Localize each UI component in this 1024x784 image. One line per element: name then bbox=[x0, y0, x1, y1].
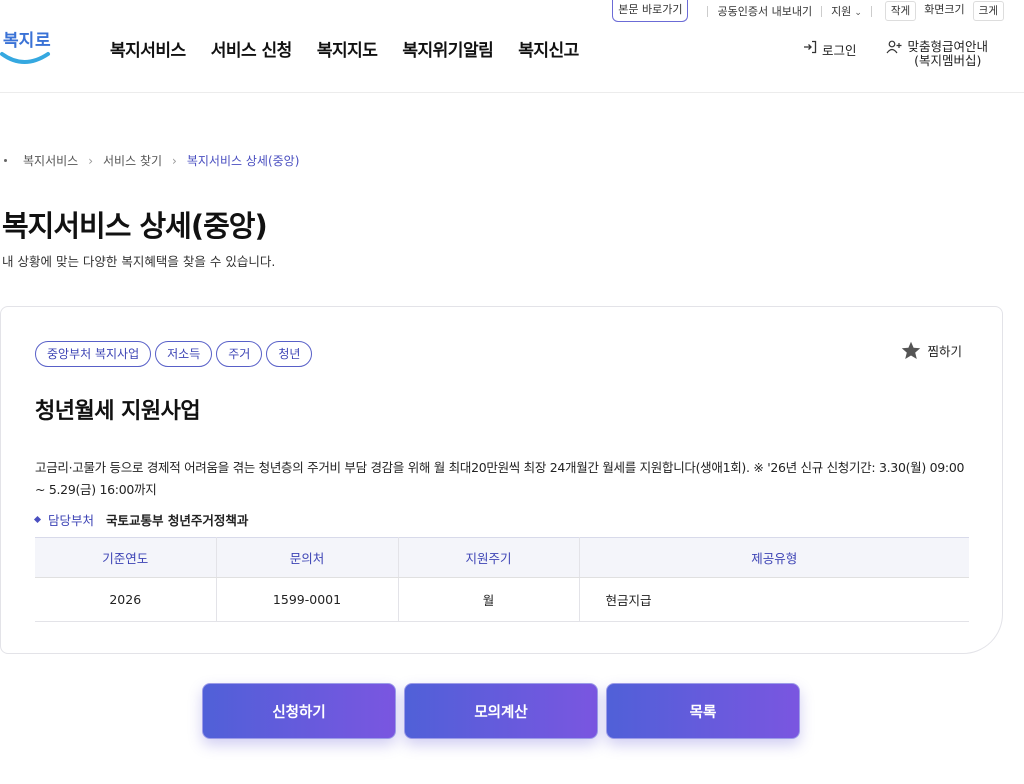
service-card: 중앙부처 복지사업 저소득 주거 청년 찜하기 청년월세 지원사업 고금리·고물… bbox=[0, 306, 1003, 654]
column-header: 기준연도 bbox=[35, 537, 217, 578]
chevron-down-icon: ⌄ bbox=[854, 8, 862, 18]
login-label: 로그인 bbox=[821, 43, 857, 58]
divider bbox=[870, 5, 872, 17]
logo-icon: 복지 로 bbox=[0, 31, 51, 64]
support-menu[interactable]: 지원 ⌄ bbox=[831, 3, 862, 19]
table-cell: 월 bbox=[398, 577, 580, 622]
breadcrumb-current: 복지서비스 상세(중앙) bbox=[186, 154, 300, 168]
breadcrumb: 복지서비스 › 서비스 찾기 › 복지서비스 상세(중앙) bbox=[4, 152, 299, 169]
breadcrumb-item[interactable]: 복지서비스 bbox=[23, 152, 78, 169]
star-icon bbox=[902, 341, 921, 359]
column-header: 제공유형 bbox=[579, 537, 969, 578]
favorite-label: 찜하기 bbox=[927, 344, 962, 359]
screen-size-label: 화면크기 bbox=[920, 1, 969, 21]
support-label: 지원 bbox=[831, 5, 852, 18]
header-divider bbox=[0, 92, 1024, 93]
svg-text:복지: 복지 bbox=[3, 31, 34, 51]
divider bbox=[821, 5, 823, 17]
tag-list: 중앙부처 복지사업 저소득 주거 청년 bbox=[35, 341, 313, 367]
nav-service-apply[interactable]: 서비스 신청 bbox=[211, 36, 293, 61]
column-header: 지원주기 bbox=[398, 537, 580, 578]
custom-benefit-sublabel: (복지멤버십) bbox=[914, 53, 982, 68]
nav-welfare-map[interactable]: 복지지도 bbox=[317, 36, 378, 61]
site-logo[interactable]: 복지 로 bbox=[0, 24, 52, 70]
department-info: 담당부처 국토교통부 청년주거정책과 bbox=[33, 510, 249, 529]
simulate-button[interactable]: 모의계산 bbox=[404, 683, 598, 739]
table-header-row: 기준연도 문의처 지원주기 제공유형 bbox=[35, 537, 969, 578]
divider bbox=[707, 5, 709, 17]
department-label: 담당부처 bbox=[48, 513, 95, 528]
column-header: 문의처 bbox=[216, 537, 399, 578]
tag-item[interactable]: 저소득 bbox=[155, 341, 213, 367]
breadcrumb-item[interactable]: 서비스 찾기 bbox=[103, 152, 162, 169]
login-icon bbox=[803, 40, 817, 54]
tag-item[interactable]: 주거 bbox=[216, 341, 263, 367]
apply-button[interactable]: 신청하기 bbox=[202, 683, 396, 739]
nav-welfare-report[interactable]: 복지신고 bbox=[518, 36, 579, 61]
department-value: 국토교통부 청년주거정책과 bbox=[106, 513, 249, 528]
action-buttons: 신청하기 모의계산 목록 bbox=[202, 683, 800, 739]
cert-export-link[interactable]: 공동인증서 내보내기 bbox=[717, 3, 812, 19]
font-large-button[interactable]: 크게 bbox=[972, 1, 1004, 21]
nav-welfare-service[interactable]: 복지서비스 bbox=[110, 36, 186, 61]
tag-item[interactable]: 청년 bbox=[266, 341, 313, 367]
custom-benefit-label: 맞춤형급여안내 bbox=[907, 39, 988, 54]
service-title: 청년월세 지원사업 bbox=[35, 399, 201, 424]
home-dot-icon bbox=[4, 159, 7, 162]
table-cell: 현금지급 bbox=[579, 577, 969, 622]
main-navigation: 복지서비스 서비스 신청 복지지도 복지위기알림 복지신고 bbox=[110, 36, 604, 61]
tag-item[interactable]: 중앙부처 복지사업 bbox=[35, 341, 152, 367]
skip-to-content-link[interactable]: 본문 바로가기 bbox=[612, 0, 689, 22]
bullet-icon bbox=[33, 515, 42, 524]
utility-bar: 본문 바로가기 공동인증서 내보내기 지원 ⌄ 작게 화면크기 크게 bbox=[612, 0, 1024, 22]
custom-benefit-button[interactable]: 맞춤형급여안내 (복지멤버십) bbox=[886, 40, 988, 68]
service-description: 고금리·고물가 등으로 경제적 어려움을 겪는 청년층의 주거비 부담 경감을 … bbox=[35, 460, 965, 497]
font-small-button[interactable]: 작게 bbox=[884, 1, 917, 21]
favorite-button[interactable]: 찜하기 bbox=[901, 341, 962, 360]
page-subtitle: 내 상황에 맞는 다양한 복지혜택을 찾을 수 있습니다. bbox=[2, 254, 276, 269]
nav-crisis-alert[interactable]: 복지위기알림 bbox=[402, 36, 493, 61]
table-row: 2026 1599-0001 월 현금지급 bbox=[35, 577, 969, 622]
login-button[interactable]: 로그인 bbox=[803, 40, 857, 59]
list-button[interactable]: 목록 bbox=[606, 683, 800, 739]
table-cell: 1599-0001 bbox=[216, 577, 399, 622]
page-title: 복지서비스 상세(중앙) bbox=[2, 209, 268, 243]
table-cell: 2026 bbox=[35, 577, 217, 622]
svg-text:로: 로 bbox=[35, 31, 51, 51]
service-info-table: 기준연도 문의처 지원주기 제공유형 2026 1599-0001 월 현금지급 bbox=[35, 537, 969, 622]
header-actions: 로그인 맞춤형급여안내 (복지멤버십) bbox=[803, 40, 988, 68]
chevron-right-icon: › bbox=[172, 153, 177, 168]
chevron-right-icon: › bbox=[88, 153, 94, 168]
user-plus-icon bbox=[886, 40, 902, 54]
